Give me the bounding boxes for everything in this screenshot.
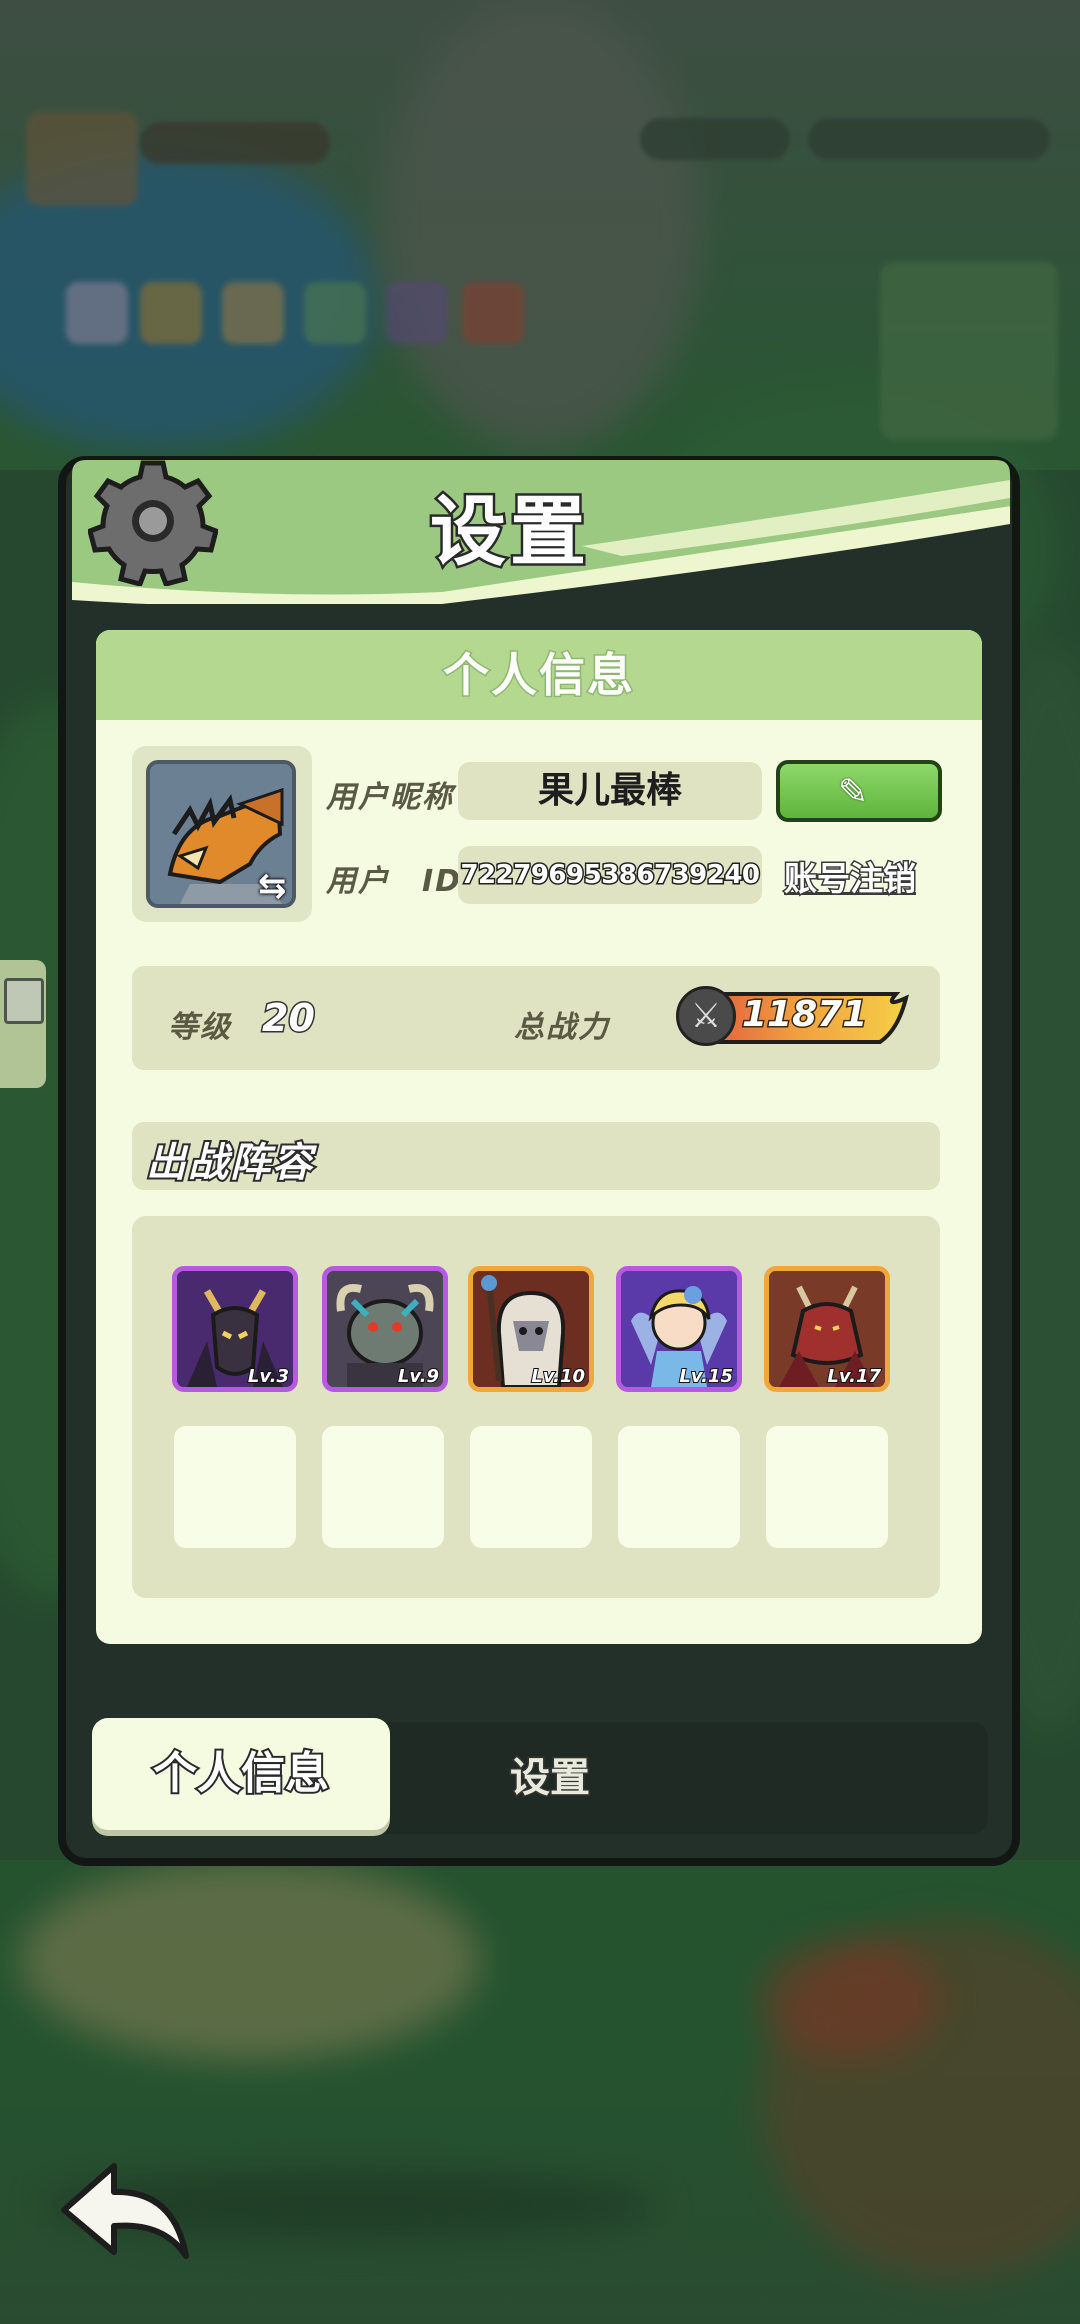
hero-card[interactable]: Lv.17: [764, 1266, 890, 1392]
hero-card[interactable]: Lv.15: [616, 1266, 742, 1392]
hero-level: Lv.17: [826, 1365, 882, 1387]
tab-profile[interactable]: 个人信息: [92, 1718, 390, 1830]
empty-hero-slot[interactable]: [766, 1426, 888, 1548]
nickname-field: 果儿最棒: [458, 762, 762, 820]
hero-card[interactable]: Lv.3: [172, 1266, 298, 1392]
hero-card[interactable]: Lv.9: [322, 1266, 448, 1392]
tab-settings[interactable]: 设置: [430, 1722, 670, 1834]
gear-icon: [87, 456, 219, 587]
pencil-icon: ✎: [838, 772, 869, 813]
swap-icon[interactable]: ⇆: [258, 866, 287, 906]
empty-hero-slot[interactable]: [322, 1426, 444, 1548]
nickname-label: 用户昵称: [326, 780, 454, 815]
empty-hero-slot[interactable]: [618, 1426, 740, 1548]
account-cancel-link[interactable]: 账号注销: [783, 852, 918, 900]
hero-level: Lv.9: [397, 1365, 440, 1387]
empty-hero-slot[interactable]: [174, 1426, 296, 1548]
hero-level: Lv.15: [678, 1365, 734, 1387]
level-value: 20: [261, 995, 317, 1042]
user-id-field: 72279695386739240: [458, 846, 762, 904]
side-device-icon[interactable]: [0, 960, 46, 1088]
lineup-title: 出战阵容: [144, 1138, 314, 1188]
edit-nickname-button[interactable]: ✎: [776, 760, 942, 822]
back-arrow-icon[interactable]: [56, 2160, 196, 2270]
hero-level: Lv.10: [530, 1365, 586, 1387]
card-title: 个人信息: [442, 647, 635, 704]
user-id-label: 用户 ID: [326, 864, 463, 899]
crossed-swords-icon: ⚔: [676, 986, 736, 1046]
power-label: 总战力: [514, 1010, 610, 1045]
empty-hero-slot[interactable]: [470, 1426, 592, 1548]
panel-title: 设置: [428, 485, 590, 579]
power-value: 11871: [740, 993, 868, 1037]
tab-profile-label: 个人信息: [151, 1746, 331, 1801]
hero-card[interactable]: Lv.10: [468, 1266, 594, 1392]
level-label: 等级: [168, 1010, 232, 1045]
hero-level: Lv.3: [247, 1365, 290, 1387]
